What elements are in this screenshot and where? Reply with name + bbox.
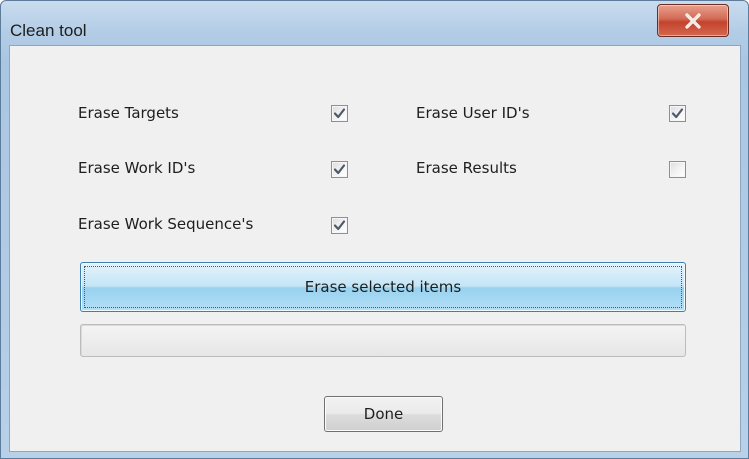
checkmark-icon <box>333 108 346 119</box>
checkmark-icon <box>671 108 684 119</box>
checkbox-erase-user-ids[interactable] <box>669 105 686 122</box>
option-label-erase-work-sequences: Erase Work Sequence's <box>78 215 254 233</box>
erase-selected-items-button[interactable]: Erase selected items <box>80 262 686 312</box>
checkbox-erase-results[interactable] <box>669 161 686 178</box>
close-icon <box>685 12 701 29</box>
done-button-label: Done <box>363 405 404 423</box>
option-label-erase-targets: Erase Targets <box>78 104 179 122</box>
dialog-content: Erase Targets Erase User ID's Erase Work… <box>9 45 741 452</box>
title-bar[interactable]: Clean tool <box>1 1 748 41</box>
checkmark-icon <box>333 220 346 231</box>
done-button[interactable]: Done <box>324 396 443 432</box>
window-title: Clean tool <box>10 21 87 40</box>
clean-tool-window: Clean tool Erase Targets Erase User ID's… <box>0 0 749 459</box>
checkbox-erase-targets[interactable] <box>331 105 348 122</box>
option-label-erase-work-ids: Erase Work ID's <box>78 159 196 177</box>
option-label-erase-results: Erase Results <box>416 159 517 177</box>
close-button[interactable] <box>657 4 729 37</box>
checkbox-erase-work-sequences[interactable] <box>331 217 348 234</box>
checkmark-icon <box>333 164 346 175</box>
checkbox-erase-work-ids[interactable] <box>331 161 348 178</box>
progress-bar <box>80 324 686 357</box>
erase-button-label: Erase selected items <box>304 278 462 296</box>
option-label-erase-user-ids: Erase User ID's <box>416 104 530 122</box>
